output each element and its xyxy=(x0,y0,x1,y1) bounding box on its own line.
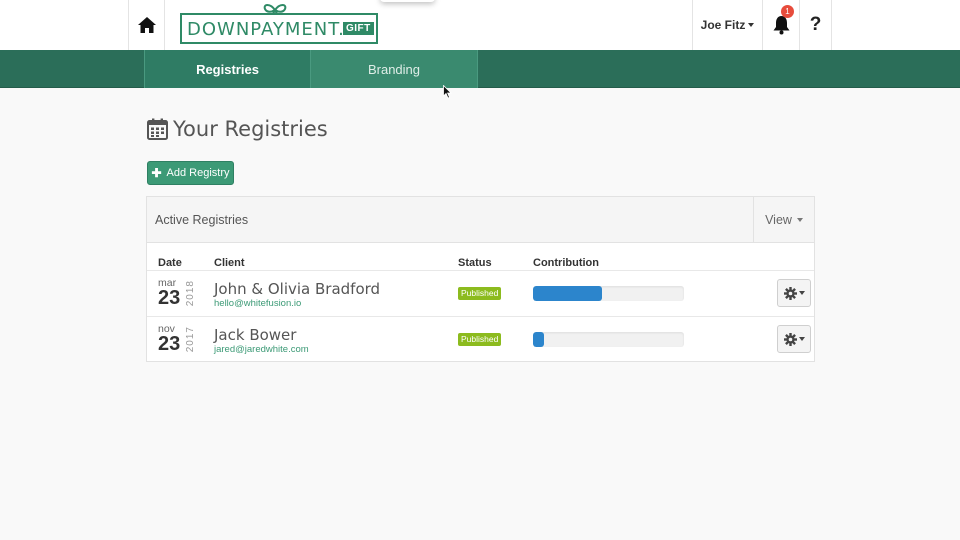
client-email[interactable]: jared@jaredwhite.com xyxy=(214,344,309,355)
popup-edge xyxy=(380,0,435,2)
plus-icon: ✚ xyxy=(151,166,162,180)
status-badge: Published xyxy=(458,333,502,346)
bell-icon xyxy=(773,16,789,35)
column-header-status[interactable]: Status xyxy=(458,257,492,269)
caret-down-icon xyxy=(798,291,805,295)
logo-box: DOWNPAYMENT. GIFT xyxy=(180,13,378,44)
tab-branding-label: Branding xyxy=(367,61,421,77)
contribution-progress xyxy=(533,286,684,301)
panel-header: Active Registries View xyxy=(147,197,814,243)
date-year: 2017 xyxy=(185,326,196,353)
client-name[interactable]: John & Olivia Bradford xyxy=(214,280,380,298)
add-registry-label: Add Registry xyxy=(166,167,230,179)
main-nav: Registries Branding xyxy=(0,50,960,88)
logo-gift-badge: GIFT xyxy=(343,22,374,35)
status-badge: Published xyxy=(458,287,502,300)
caret-down-icon xyxy=(798,337,805,341)
home-button[interactable] xyxy=(128,0,165,50)
page-title: Your Registries xyxy=(147,117,328,141)
panel-title: Active Registries xyxy=(155,213,249,227)
user-name: Joe Fitz xyxy=(700,18,746,32)
page-title-text: Your Registries xyxy=(173,117,328,141)
home-icon xyxy=(137,17,156,33)
caret-down-icon xyxy=(796,218,803,222)
table-row[interactable]: mar 23 2018 John & Olivia Bradford hello… xyxy=(147,270,814,316)
cursor-icon xyxy=(443,85,452,99)
tab-branding[interactable]: Branding xyxy=(311,50,478,88)
contribution-progress xyxy=(533,332,684,347)
notification-badge: 1 xyxy=(781,5,794,18)
column-header-client[interactable]: Client xyxy=(214,257,245,269)
add-registry-button[interactable]: ✚ Add Registry xyxy=(147,161,234,185)
date-year: 2018 xyxy=(185,280,196,307)
view-label: View xyxy=(765,213,792,227)
caret-down-icon xyxy=(748,23,755,27)
date-day: 23 xyxy=(158,333,181,355)
client-name[interactable]: Jack Bower xyxy=(214,326,296,344)
help-button[interactable]: ? xyxy=(799,0,832,50)
client-email[interactable]: hello@whitefusion.io xyxy=(214,298,301,309)
row-settings-button[interactable] xyxy=(777,279,811,307)
contribution-progress-fill xyxy=(533,286,603,301)
active-registries-panel: Active Registries View Date Client Statu… xyxy=(146,196,815,362)
user-menu[interactable]: Joe Fitz xyxy=(692,0,762,50)
logo-text: DOWNPAYMENT. xyxy=(187,19,345,40)
date-day: 23 xyxy=(158,287,181,309)
column-header-contribution[interactable]: Contribution xyxy=(533,257,599,269)
contribution-progress-fill xyxy=(533,332,544,347)
gear-icon xyxy=(783,286,797,300)
view-dropdown[interactable]: View xyxy=(753,197,814,243)
tab-registries[interactable]: Registries xyxy=(144,50,311,88)
column-header-date[interactable]: Date xyxy=(158,257,182,269)
table-row[interactable]: nov 23 2017 Jack Bower jared@jaredwhite.… xyxy=(147,316,814,362)
notifications-button[interactable]: 1 xyxy=(762,0,799,50)
gear-icon xyxy=(783,332,797,346)
tab-registries-label: Registries xyxy=(196,61,259,77)
calendar-icon xyxy=(147,118,168,140)
top-header: DOWNPAYMENT. GIFT Joe Fitz 1 ? xyxy=(0,0,960,50)
row-settings-button[interactable] xyxy=(777,325,811,353)
help-icon: ? xyxy=(809,14,822,35)
logo[interactable]: DOWNPAYMENT. GIFT xyxy=(180,4,378,44)
